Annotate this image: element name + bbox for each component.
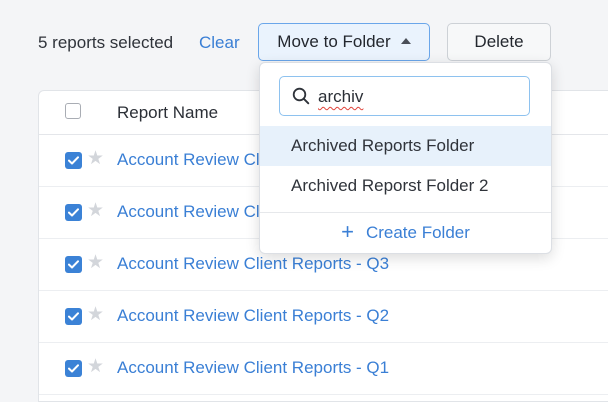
- row-checkbox[interactable]: [65, 308, 82, 325]
- caret-up-icon: [400, 38, 411, 44]
- row-checkbox[interactable]: [65, 204, 82, 221]
- folder-option-label: Archived Reports Folder: [291, 136, 475, 155]
- folder-option-label: Archived Reporst Folder 2: [291, 176, 489, 195]
- create-folder-button[interactable]: + Create Folder: [260, 213, 551, 253]
- table-row: ★ Account Review Client Reports - Q1: [39, 343, 608, 395]
- create-folder-label: Create Folder: [365, 223, 470, 242]
- delete-button[interactable]: Delete: [447, 23, 551, 61]
- checkmark-icon: [68, 364, 79, 373]
- checkmark-icon: [68, 208, 79, 217]
- star-icon[interactable]: ★: [87, 355, 104, 378]
- checkmark-icon: [68, 156, 79, 165]
- star-icon[interactable]: ★: [87, 199, 104, 222]
- move-to-folder-button[interactable]: Move to Folder: [258, 23, 430, 61]
- folder-search-input[interactable]: archiv: [279, 76, 530, 116]
- row-checkbox[interactable]: [65, 152, 82, 169]
- report-link[interactable]: Account Review Client Reports - Q3: [117, 254, 389, 274]
- folder-search-value: archiv: [318, 87, 364, 106]
- move-to-folder-label: Move to Folder: [277, 32, 391, 51]
- folder-option[interactable]: Archived Reporst Folder 2: [260, 166, 551, 206]
- column-header-report-name[interactable]: Report Name: [117, 103, 218, 123]
- star-icon[interactable]: ★: [87, 303, 104, 326]
- selected-count: 5 reports selected: [38, 33, 174, 52]
- move-to-folder-dropdown: archiv Archived Reports Folder Archived …: [259, 62, 552, 254]
- row-checkbox[interactable]: [65, 256, 82, 273]
- checkmark-icon: [68, 312, 79, 321]
- star-icon[interactable]: ★: [87, 147, 104, 170]
- folder-option[interactable]: Archived Reports Folder: [260, 126, 551, 166]
- clear-selection-link[interactable]: Clear: [199, 33, 240, 53]
- select-all-checkbox[interactable]: [65, 103, 81, 119]
- report-link[interactable]: Account Review Client Reports - Q1: [117, 358, 389, 378]
- row-checkbox[interactable]: [65, 360, 82, 377]
- plus-icon: +: [341, 219, 354, 244]
- report-link[interactable]: Account Review Client Reports - Q2: [117, 306, 389, 326]
- search-icon: [292, 87, 310, 105]
- star-icon[interactable]: ★: [87, 251, 104, 274]
- checkmark-icon: [68, 260, 79, 269]
- table-row: ★ Account Review Client Reports - Q2: [39, 291, 608, 343]
